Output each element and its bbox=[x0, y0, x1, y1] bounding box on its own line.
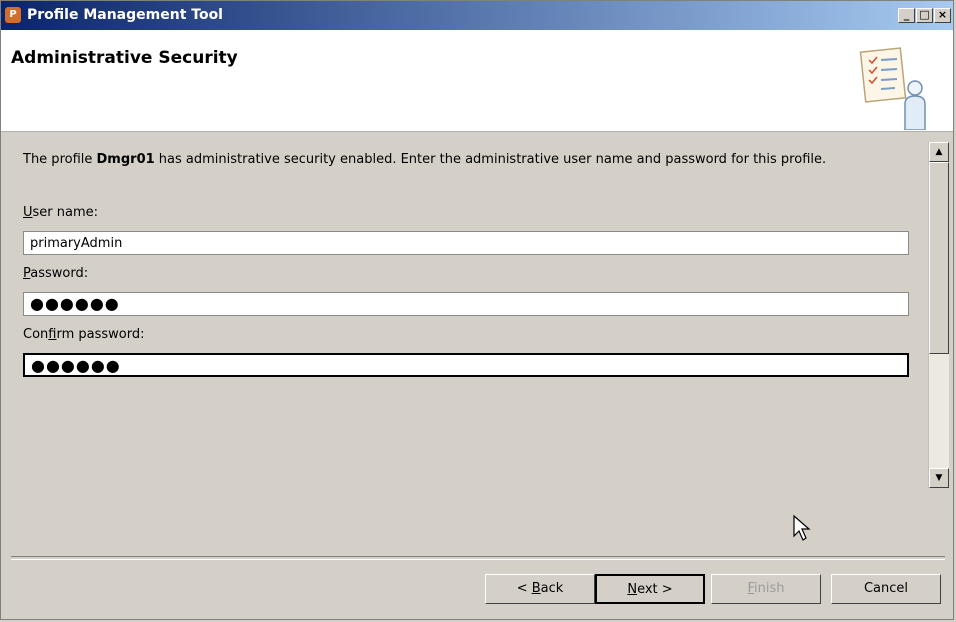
scroll-up-button[interactable]: ▲ bbox=[929, 142, 949, 162]
profile-management-window: P Profile Management Tool _ □ × Administ… bbox=[0, 0, 954, 620]
password-input[interactable]: ●●●●●● bbox=[23, 292, 909, 316]
description-text: The profile Dmgr01 has administrative se… bbox=[23, 152, 827, 167]
page-title: Administrative Security bbox=[11, 48, 238, 68]
confirm-password-label: Confirm password: bbox=[23, 327, 145, 342]
user-name-label: User name: bbox=[23, 205, 99, 220]
title-bar[interactable]: P Profile Management Tool _ □ × bbox=[1, 1, 953, 30]
password-label: Password: bbox=[23, 266, 89, 281]
content-panel: The profile Dmgr01 has administrative se… bbox=[1, 132, 953, 556]
user-name-input[interactable]: primaryAdmin bbox=[23, 231, 909, 255]
back-button[interactable]: < Back bbox=[485, 574, 595, 604]
close-button[interactable]: × bbox=[934, 8, 951, 23]
vertical-scrollbar[interactable]: ▲ ▼ bbox=[928, 142, 949, 488]
cancel-button[interactable]: Cancel bbox=[831, 574, 941, 604]
checklist-person-icon bbox=[859, 47, 926, 130]
wizard-footer: < Back Next > Finish Cancel bbox=[1, 559, 953, 621]
profile-tool-icon: P bbox=[5, 7, 21, 23]
minimize-button[interactable]: _ bbox=[898, 8, 915, 23]
profile-name: Dmgr01 bbox=[96, 152, 155, 167]
confirm-password-input[interactable]: ●●●●●● bbox=[23, 353, 909, 377]
mouse-pointer-icon bbox=[793, 514, 811, 541]
page-header: Administrative Security bbox=[1, 30, 953, 132]
window-title: Profile Management Tool bbox=[27, 7, 223, 23]
next-button[interactable]: Next > bbox=[595, 574, 705, 604]
scroll-down-button[interactable]: ▼ bbox=[929, 468, 949, 488]
maximize-button[interactable]: □ bbox=[916, 8, 933, 23]
scroll-thumb[interactable] bbox=[929, 162, 949, 354]
finish-button[interactable]: Finish bbox=[711, 574, 821, 604]
